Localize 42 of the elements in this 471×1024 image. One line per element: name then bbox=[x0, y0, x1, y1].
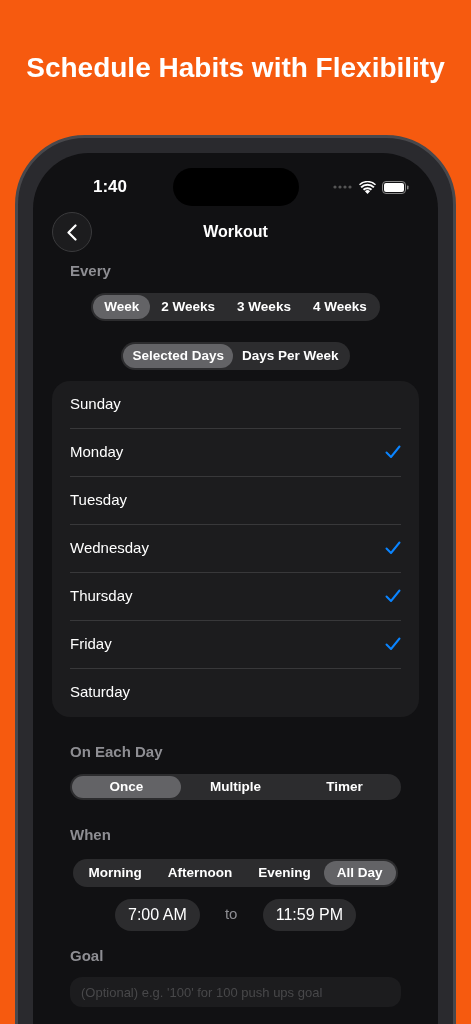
segment-option[interactable]: Timer bbox=[290, 776, 399, 798]
segment-option[interactable]: 2 Weeks bbox=[150, 294, 227, 319]
segment-option[interactable]: Evening bbox=[245, 860, 324, 885]
signal-icon bbox=[333, 185, 353, 189]
segment-option[interactable]: Once bbox=[72, 776, 181, 798]
segment-option[interactable]: Multiple bbox=[181, 776, 290, 798]
day-label: Monday bbox=[70, 441, 124, 462]
separator-text: to bbox=[224, 904, 238, 925]
section-label: Goal bbox=[69, 945, 105, 966]
day-row[interactable]: Saturday bbox=[70, 668, 401, 717]
day-row[interactable]: Friday bbox=[70, 620, 401, 669]
day-label: Saturday bbox=[70, 682, 131, 703]
section-label: On Each Day bbox=[69, 741, 164, 762]
screen-title: Workout bbox=[203, 222, 268, 242]
day-label: Wednesday bbox=[70, 537, 149, 558]
day-label: Tuesday bbox=[70, 489, 127, 510]
day-row[interactable]: Monday bbox=[70, 428, 401, 477]
segment-option[interactable]: Selected Days bbox=[123, 343, 233, 368]
day-label: Thursday bbox=[70, 585, 133, 606]
day-label: Sunday bbox=[70, 393, 121, 414]
day-label: Friday bbox=[70, 633, 112, 654]
wifi-icon bbox=[359, 180, 376, 194]
back-button[interactable] bbox=[52, 212, 92, 252]
day-row[interactable]: Sunday bbox=[70, 380, 401, 429]
day-row[interactable]: Wednesday bbox=[70, 524, 401, 573]
segment-option[interactable]: 4 Weeks bbox=[301, 294, 378, 319]
segment-option[interactable]: Afternoon bbox=[154, 860, 246, 885]
segment-option[interactable]: Morning bbox=[75, 860, 155, 885]
segment-option[interactable]: 3 Weeks bbox=[226, 294, 302, 319]
segment-option[interactable]: All Day bbox=[323, 860, 396, 885]
start-time-button[interactable]: 7:00 AM bbox=[115, 898, 200, 931]
segment-option[interactable]: Week bbox=[93, 294, 151, 319]
segment-option[interactable]: Days Per Week bbox=[233, 343, 348, 368]
section-label: When bbox=[69, 825, 112, 845]
day-row[interactable]: Tuesday bbox=[70, 476, 401, 525]
status-time: 1:40 bbox=[92, 176, 129, 199]
battery-icon bbox=[382, 180, 409, 194]
headline: Schedule Habits with Flexibility bbox=[26, 51, 445, 85]
back-icon bbox=[67, 223, 77, 241]
day-row[interactable]: Thursday bbox=[70, 572, 401, 621]
end-time-button[interactable]: 11:59 PM bbox=[262, 898, 356, 931]
section-label: Every bbox=[69, 261, 112, 281]
